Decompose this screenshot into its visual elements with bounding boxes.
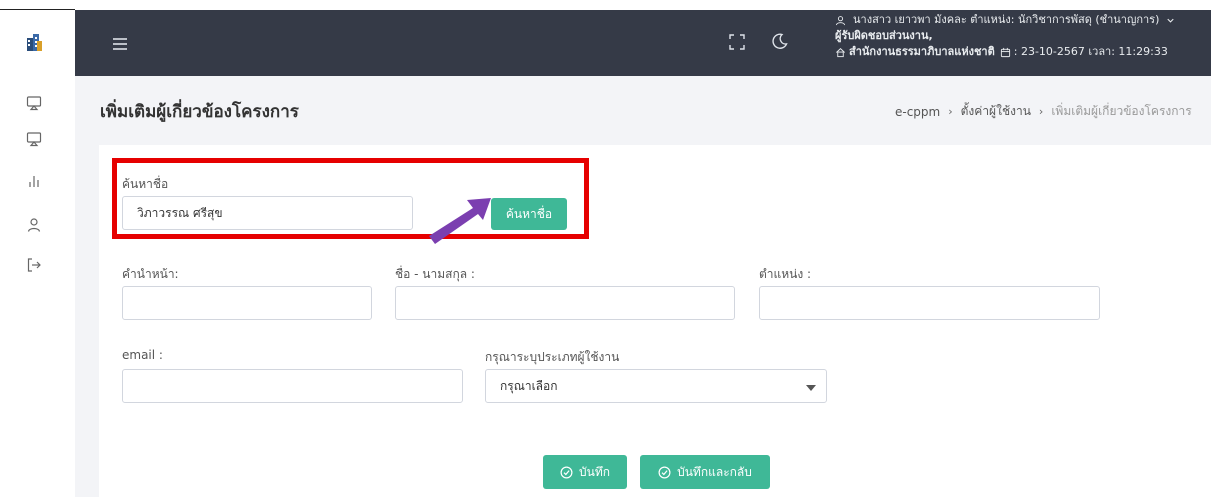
user-name-position: นางสาว เยาวพา มังคละ ตำแหน่ง: นักวิชาการ… — [853, 13, 1160, 26]
chevron-down-icon[interactable] — [1165, 15, 1176, 26]
sidebar — [0, 10, 75, 497]
chevron-right-icon: › — [1038, 105, 1044, 118]
position-input[interactable] — [759, 286, 1100, 320]
prefix-input[interactable] — [122, 286, 372, 320]
save-button[interactable]: บันทึก — [543, 455, 627, 489]
hamburger-menu-icon[interactable] — [112, 36, 128, 50]
fullname-input[interactable] — [395, 286, 735, 320]
prefix-label: คำนำหน้า: — [122, 267, 179, 281]
caret-down-icon[interactable] — [806, 385, 816, 391]
breadcrumb-current: เพิ่มเติมผู้เกี่ยวข้องโครงการ — [1051, 104, 1192, 118]
building-logo-icon[interactable] — [25, 32, 43, 52]
save-button-label: บันทึก — [579, 464, 610, 479]
top-header: นางสาว เยาวพา มังคละ ตำแหน่ง: นักวิชาการ… — [75, 10, 1211, 76]
breadcrumb-user-settings[interactable]: ตั้งค่าผู้ใช้งาน — [961, 102, 1031, 121]
email-label: email : — [122, 348, 163, 362]
user-icon[interactable] — [26, 217, 42, 233]
home-icon — [836, 47, 845, 57]
airplay-icon[interactable] — [26, 95, 42, 111]
organization-name: สำนักงานธรรมาภิบาลแห่งชาติ — [849, 45, 995, 58]
save-and-back-button[interactable]: บันทึกและกลับ — [640, 455, 770, 489]
logout-icon[interactable] — [26, 257, 42, 273]
fullscreen-icon[interactable] — [729, 34, 745, 50]
breadcrumb: e-cppm › ตั้งค่าผู้ใช้งาน › เพิ่มเติมผู้… — [895, 102, 1211, 121]
check-circle-icon — [560, 466, 573, 478]
user-info[interactable]: นางสาว เยาวพา มังคละ ตำแหน่ง: นักวิชาการ… — [835, 12, 1211, 60]
user-role: ผู้รับผิดชอบส่วนงาน, — [835, 29, 933, 42]
user-type-label: กรุณาระบุประเภทผู้ใช้งาน — [485, 350, 620, 364]
bar-chart-icon[interactable] — [26, 173, 42, 189]
fullname-label: ชื่อ - นามสกุล : — [395, 267, 475, 281]
save-and-back-label: บันทึกและกลับ — [677, 464, 752, 479]
current-datetime: : 23-10-2567 เวลา: 11:29:33 — [1013, 45, 1168, 58]
email-input[interactable] — [122, 369, 463, 403]
person-icon — [835, 15, 846, 25]
breadcrumb-home[interactable]: e-cppm — [895, 105, 940, 119]
dark-mode-moon-icon[interactable] — [772, 33, 788, 49]
chevron-right-icon: › — [948, 105, 953, 118]
annotation-arrow-icon — [429, 198, 491, 244]
check-circle-icon — [658, 466, 671, 478]
page-title: เพิ่มเติมผู้เกี่ยวข้องโครงการ — [100, 102, 299, 122]
highlight-annotation-box — [112, 158, 589, 239]
user-type-select[interactable]: กรุณาเลือก — [485, 369, 827, 403]
position-label: ตำแหน่ง : — [759, 267, 812, 281]
airplay-icon-2[interactable] — [26, 131, 42, 147]
calendar-icon — [1000, 47, 1010, 57]
